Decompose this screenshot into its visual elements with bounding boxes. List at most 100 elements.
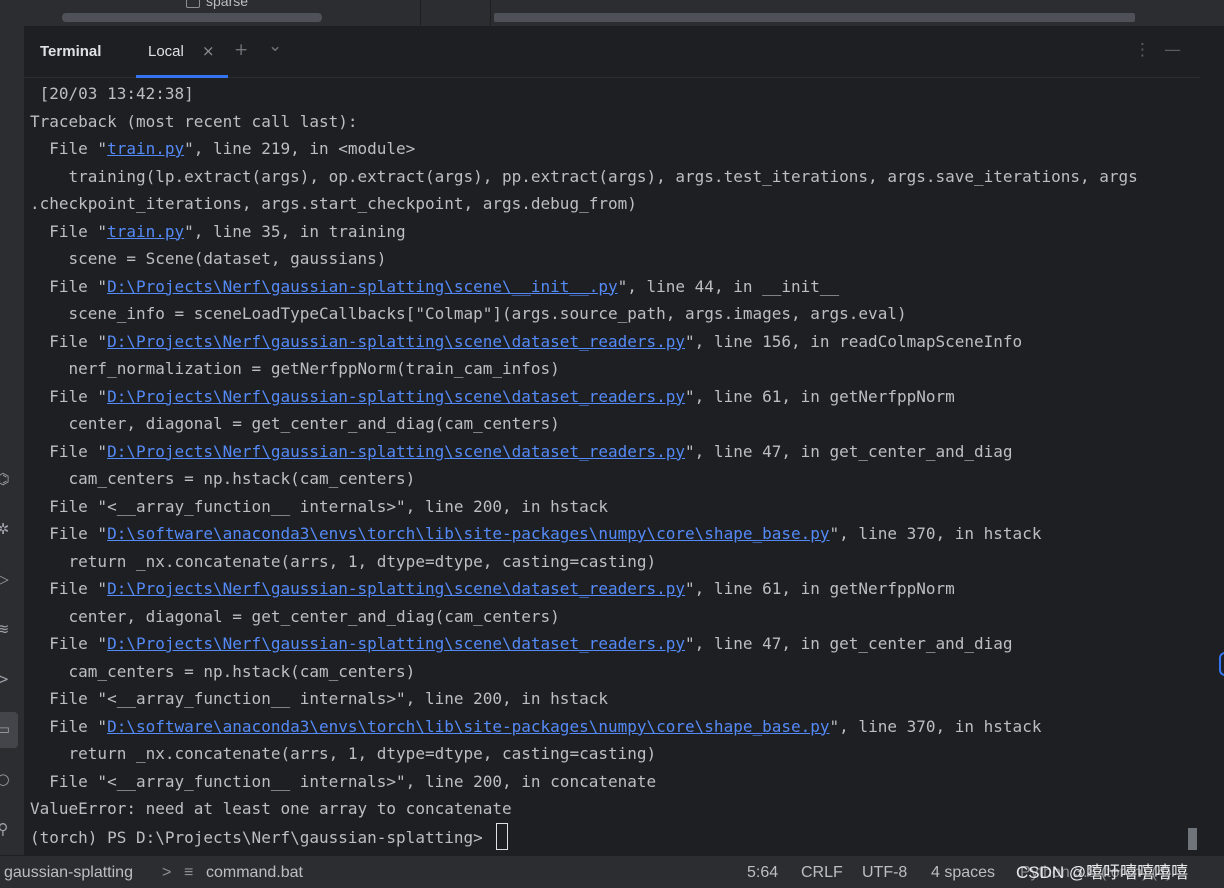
file-link[interactable]: D:\Projects\Nerf\gaussian-splatting\scen… — [107, 442, 685, 461]
active-tab-indicator — [136, 75, 228, 78]
terminal-line: Traceback (most recent call last): — [30, 108, 1194, 136]
terminal-text: ", line 47, in get_center_and_diag — [685, 441, 1013, 461]
tree-horizontal-scrollbar[interactable] — [62, 13, 322, 22]
terminal-line: File "D:\Projects\Nerf\gaussian-splattin… — [30, 383, 1194, 411]
terminal-text: ", line 370, in hstack — [829, 524, 1042, 543]
terminal-header: Terminal Local × + ⌄ ⋮ — — [24, 26, 1200, 78]
terminal-text: File "<__array_function__ internals>", l… — [30, 771, 657, 791]
terminal-line: File "train.py", line 35, in training — [30, 218, 1194, 246]
new-tab-icon[interactable]: + — [234, 40, 248, 60]
file-link[interactable]: train.py — [107, 139, 184, 158]
right-tool-strip — [1200, 26, 1224, 855]
status-indent[interactable]: 4 spaces — [931, 864, 995, 882]
terminal-line: File "<__array_function__ internals>", l… — [30, 768, 1194, 796]
chevron-down-icon[interactable]: ⌄ — [268, 36, 282, 56]
terminal-text: ", line 219, in <module> — [184, 139, 416, 158]
services-icon[interactable]: ⊳ — [0, 670, 12, 688]
terminal-text: scene_info = sceneLoadTypeCallbacks["Col… — [30, 304, 907, 323]
terminal-line: return _nx.concatenate(arrs, 1, dtype=dt… — [30, 548, 1194, 576]
folder-icon — [186, 0, 200, 9]
terminal-text: File "<__array_function__ internals>", l… — [30, 689, 608, 708]
terminal-line: scene_info = sceneLoadTypeCallbacks["Col… — [30, 300, 1194, 328]
file-link[interactable]: D:\Projects\Nerf\gaussian-splatting\scen… — [107, 277, 618, 296]
terminal-text: File " — [30, 716, 108, 736]
terminal-line: File "train.py", line 219, in <module> — [30, 135, 1194, 163]
terminal-text: .checkpoint_iterations, args.start_check… — [30, 194, 637, 213]
terminal-line: cam_centers = np.hstack(cam_centers) — [30, 658, 1194, 686]
terminal-text: File " — [30, 524, 108, 543]
status-line-ending[interactable]: CRLF — [801, 864, 843, 882]
debug-icon[interactable]: ✲ — [0, 520, 12, 538]
status-project[interactable]: gaussian-splatting — [4, 864, 133, 882]
status-caret-position[interactable]: 5:64 — [747, 864, 778, 882]
terminal-line: [20/03 13:42:38] — [30, 80, 1194, 108]
problems-icon[interactable]: ○ — [0, 770, 12, 788]
left-tool-strip: ⌬ ✲ ▷ ≋ ⊳ ▭ ○ ⚲ — [0, 26, 24, 855]
editor-horizontal-scrollbar[interactable] — [494, 13, 1135, 22]
terminal-text: File " — [30, 634, 108, 653]
terminal-text: File " — [30, 221, 108, 241]
file-link[interactable]: D:\Projects\Nerf\gaussian-splatting\scen… — [107, 332, 685, 351]
terminal-text: File " — [30, 331, 108, 351]
breadcrumb-separator-icon: > — [162, 864, 172, 881]
terminal-line: File "D:\software\anaconda3\envs\torch\l… — [30, 520, 1194, 548]
terminal-line: File "D:\software\anaconda3\envs\torch\l… — [30, 713, 1194, 741]
tree-item-sparse[interactable]: sparse — [186, 0, 248, 9]
python-packages-icon[interactable]: ⌬ — [0, 470, 12, 488]
terminal-line: File "D:\Projects\Nerf\gaussian-splattin… — [30, 438, 1194, 466]
more-options-icon[interactable]: ⋮ — [1134, 40, 1151, 60]
file-link[interactable]: D:\Projects\Nerf\gaussian-splatting\scen… — [107, 579, 685, 598]
terminal-text: ", line 35, in training — [184, 221, 406, 241]
terminal-line: training(lp.extract(args), op.extract(ar… — [30, 163, 1194, 191]
git-icon[interactable]: ⚲ — [0, 820, 12, 838]
project-tree-panel: sparse — [24, 0, 406, 26]
divider — [490, 0, 491, 26]
file-link[interactable]: train.py — [107, 222, 184, 241]
terminal-icon[interactable]: ▭ — [0, 720, 12, 738]
terminal-text: File " — [30, 139, 108, 158]
terminal-vertical-scrollbar[interactable] — [1188, 828, 1197, 850]
terminal-text: File " — [30, 276, 108, 296]
project-tree-strip: sparse — [0, 0, 1224, 26]
file-link[interactable]: D:\Projects\Nerf\gaussian-splatting\scen… — [107, 387, 685, 406]
status-encoding[interactable]: UTF-8 — [862, 864, 907, 882]
terminal-text: File "<__array_function__ internals>", l… — [30, 496, 608, 516]
terminal-text: nerf_normalization = getNerfppNorm(train… — [30, 359, 560, 378]
terminal-line: File "D:\Projects\Nerf\gaussian-splattin… — [30, 630, 1194, 658]
close-icon[interactable]: × — [202, 42, 215, 60]
terminal-text: training(lp.extract(args), op.extract(ar… — [30, 166, 1138, 186]
divider — [420, 0, 421, 26]
file-link[interactable]: D:\Projects\Nerf\gaussian-splatting\scen… — [107, 634, 685, 653]
tree-item-label: sparse — [206, 0, 249, 9]
watermark: CSDN @嘻吁嘻嘻嘻嘻 — [1016, 863, 1189, 882]
file-lines-icon: ≡ — [184, 864, 194, 881]
terminal-line: File "D:\Projects\Nerf\gaussian-splattin… — [30, 273, 1194, 301]
run-icon[interactable]: ▷ — [0, 570, 12, 588]
terminal-line: File "<__array_function__ internals>", l… — [30, 685, 1194, 713]
terminal-line: scene = Scene(dataset, gaussians) — [30, 245, 1194, 273]
layers-icon[interactable]: ≋ — [0, 620, 12, 638]
terminal-line: .checkpoint_iterations, args.start_check… — [30, 190, 1194, 218]
file-link[interactable]: D:\software\anaconda3\envs\torch\lib\sit… — [107, 524, 829, 543]
terminal-text: File " — [30, 441, 108, 461]
terminal-text: ", line 44, in __init__ — [617, 276, 840, 296]
terminal-text: ", line 61, in getNerfppNorm — [685, 579, 955, 598]
status-file[interactable]: command.bat — [206, 864, 303, 882]
terminal-line: nerf_normalization = getNerfppNorm(train… — [30, 355, 1194, 383]
terminal-prompt-line[interactable]: (torch) PS D:\Projects\Nerf\gaussian-spl… — [30, 822, 1194, 851]
terminal-line: File "D:\Projects\Nerf\gaussian-splattin… — [30, 328, 1194, 356]
terminal-text: Traceback (most recent call last): — [30, 111, 358, 131]
terminal-text: ", line 61, in getNerfppNorm — [685, 386, 955, 406]
file-link[interactable]: D:\software\anaconda3\envs\torch\lib\sit… — [107, 717, 829, 736]
terminal-output[interactable]: [20/03 13:42:38] Traceback (most recent c… — [30, 80, 1194, 855]
terminal-text: return _nx.concatenate(arrs, 1, dtype=dt… — [30, 744, 657, 763]
terminal-text: File " — [30, 579, 108, 598]
terminal-text: ", line 47, in get_center_and_diag — [685, 634, 1013, 653]
terminal-text: scene = Scene(dataset, gaussians) — [30, 249, 387, 268]
minimize-icon[interactable]: — — [1164, 40, 1181, 60]
tab-local[interactable]: Local × — [136, 26, 228, 78]
terminal-line: File "<__array_function__ internals>", l… — [30, 493, 1194, 521]
terminal-line: center, diagonal = get_center_and_diag(c… — [30, 603, 1194, 631]
notification-icon[interactable] — [1219, 652, 1224, 676]
terminal-text: ", line 370, in hstack — [829, 716, 1042, 736]
